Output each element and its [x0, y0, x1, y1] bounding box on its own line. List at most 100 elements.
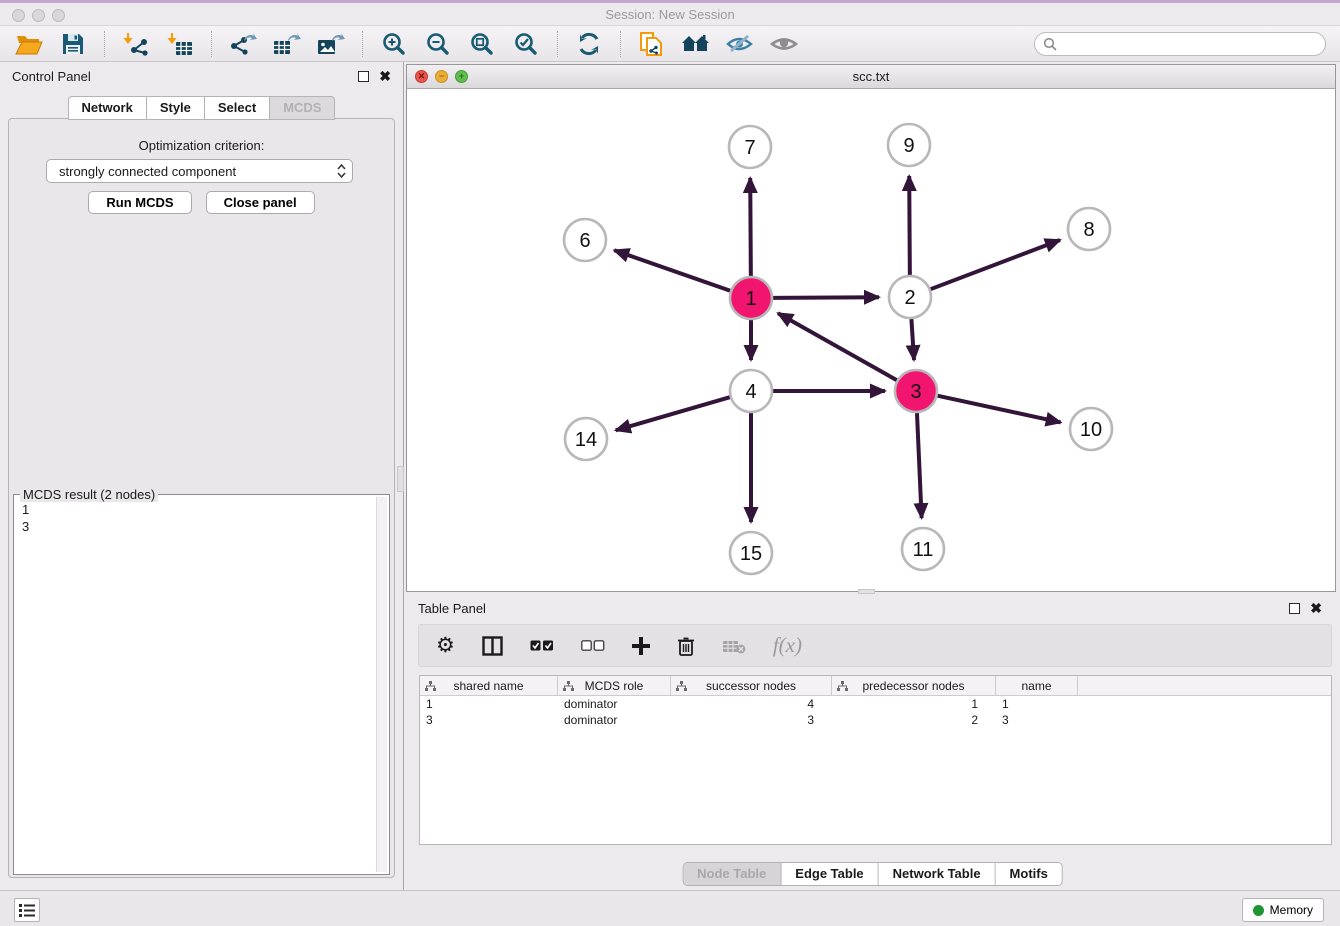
- table-row[interactable]: 1dominator411: [420, 696, 1331, 712]
- control-panel-tabs: Network Style Select MCDS: [0, 96, 403, 120]
- split-panel-icon: [482, 636, 503, 656]
- tab-style[interactable]: Style: [146, 96, 204, 120]
- criterion-dropdown[interactable]: strongly connected component: [46, 159, 353, 183]
- cell-MCDS-role: dominator: [558, 712, 671, 728]
- column-settings-button[interactable]: ⚙: [436, 635, 455, 656]
- node-8[interactable]: 8: [1068, 208, 1110, 250]
- column-header-shared-name[interactable]: shared name: [420, 676, 558, 695]
- save-session-button[interactable]: [54, 28, 92, 60]
- maximize-network-icon[interactable]: +: [455, 70, 468, 83]
- tab-mcds[interactable]: MCDS: [269, 96, 335, 120]
- zoom-out-button[interactable]: [419, 28, 457, 60]
- float-table-panel-icon[interactable]: [1289, 603, 1300, 614]
- close-network-icon[interactable]: ✕: [415, 70, 428, 83]
- import-table-button[interactable]: [161, 28, 199, 60]
- hide-selected-button[interactable]: [721, 28, 759, 60]
- edge-2-9[interactable]: [909, 176, 910, 275]
- minimize-network-icon[interactable]: −: [435, 70, 448, 83]
- edge-2-3[interactable]: [911, 319, 914, 360]
- minimize-window-icon[interactable]: [32, 9, 45, 22]
- node-3[interactable]: 3: [895, 370, 937, 412]
- node-4[interactable]: 4: [730, 370, 772, 412]
- cell-shared-name: 1: [420, 696, 558, 712]
- split-panel-button[interactable]: [482, 636, 503, 656]
- edge-4-14[interactable]: [616, 397, 730, 430]
- tab-motifs[interactable]: Motifs: [996, 863, 1062, 885]
- float-panel-icon[interactable]: [358, 71, 369, 82]
- edge-3-10[interactable]: [937, 396, 1060, 423]
- select-all-icon: [530, 640, 554, 652]
- close-panel-button[interactable]: Close panel: [206, 191, 315, 214]
- refresh-button[interactable]: [570, 28, 608, 60]
- search-icon: [1043, 37, 1057, 51]
- node-2[interactable]: 2: [889, 276, 931, 318]
- edge-1-6[interactable]: [614, 250, 730, 291]
- zoom-selected-button[interactable]: [507, 28, 545, 60]
- network-window-titlebar[interactable]: ✕ − + scc.txt: [407, 65, 1335, 89]
- tab-edge-table[interactable]: Edge Table: [781, 863, 878, 885]
- column-type-icon: [676, 681, 687, 691]
- tab-node-table[interactable]: Node Table: [683, 863, 781, 885]
- export-table-button[interactable]: [268, 28, 306, 60]
- search-input[interactable]: [1062, 36, 1317, 51]
- node-1[interactable]: 1: [730, 277, 772, 319]
- show-all-button[interactable]: [765, 28, 803, 60]
- edge-1-2[interactable]: [773, 297, 879, 298]
- result-scrollbar[interactable]: [376, 497, 387, 872]
- open-session-button[interactable]: [10, 28, 48, 60]
- close-panel-icon[interactable]: ✖: [379, 71, 391, 82]
- edge-2-8[interactable]: [931, 240, 1060, 289]
- zoom-fit-button[interactable]: [463, 28, 501, 60]
- close-window-icon[interactable]: [12, 9, 25, 22]
- horizontal-splitter-handle[interactable]: [858, 589, 875, 594]
- column-header-predecessor-nodes[interactable]: predecessor nodes: [832, 676, 996, 695]
- tab-select[interactable]: Select: [204, 96, 269, 120]
- column-header-name[interactable]: name: [996, 676, 1078, 695]
- column-header-successor-nodes[interactable]: successor nodes: [671, 676, 832, 695]
- refresh-icon: [577, 32, 601, 56]
- node-6[interactable]: 6: [564, 219, 606, 261]
- node-15[interactable]: 15: [730, 532, 772, 574]
- run-mcds-button[interactable]: Run MCDS: [88, 191, 191, 214]
- node-14[interactable]: 14: [565, 418, 607, 460]
- mcds-result-values: 1 3: [16, 499, 375, 872]
- node-11[interactable]: 11: [902, 528, 944, 570]
- node-10[interactable]: 10: [1070, 408, 1112, 450]
- delete-column-button[interactable]: [677, 636, 695, 656]
- export-network-button[interactable]: [224, 28, 262, 60]
- svg-text:8: 8: [1083, 219, 1094, 241]
- table-row[interactable]: 3dominator323: [420, 712, 1331, 728]
- memory-button[interactable]: Memory: [1242, 898, 1324, 922]
- zoom-in-icon: [382, 32, 406, 56]
- edge-3-1[interactable]: [778, 313, 897, 380]
- copy-network-button[interactable]: [633, 28, 671, 60]
- export-image-button[interactable]: [312, 28, 350, 60]
- select-all-button[interactable]: [530, 640, 554, 652]
- svg-text:2: 2: [904, 287, 915, 309]
- deselect-all-button[interactable]: [581, 640, 605, 652]
- svg-text:3: 3: [910, 381, 921, 403]
- zoom-in-button[interactable]: [375, 28, 413, 60]
- task-history-button[interactable]: [14, 898, 40, 922]
- dropdown-stepper-icon: [337, 164, 346, 178]
- node-9[interactable]: 9: [888, 124, 930, 166]
- close-table-panel-icon[interactable]: ✖: [1310, 603, 1322, 614]
- search-box[interactable]: [1034, 32, 1326, 56]
- table-header-row: shared nameMCDS rolesuccessor nodesprede…: [420, 676, 1331, 696]
- network-graph[interactable]: 7 9 6 8 1 2 4 3 14 10 15 11: [407, 89, 1335, 591]
- vertical-splitter-handle[interactable]: [397, 466, 404, 492]
- column-header-MCDS-role[interactable]: MCDS role: [558, 676, 671, 695]
- edge-1-7[interactable]: [750, 178, 751, 276]
- window-traffic-lights: [12, 9, 65, 22]
- node-7[interactable]: 7: [729, 126, 771, 168]
- zoom-window-icon[interactable]: [52, 9, 65, 22]
- edge-3-11[interactable]: [917, 413, 922, 518]
- tab-network-table[interactable]: Network Table: [879, 863, 996, 885]
- svg-text:9: 9: [903, 135, 914, 157]
- first-neighbors-button[interactable]: [677, 28, 715, 60]
- network-canvas[interactable]: 7 9 6 8 1 2 4 3 14 10 15 11: [407, 89, 1335, 591]
- import-network-button[interactable]: [117, 28, 155, 60]
- tab-network[interactable]: Network: [68, 96, 146, 120]
- add-column-button[interactable]: [632, 637, 650, 655]
- control-panel-title: Control Panel: [12, 69, 91, 84]
